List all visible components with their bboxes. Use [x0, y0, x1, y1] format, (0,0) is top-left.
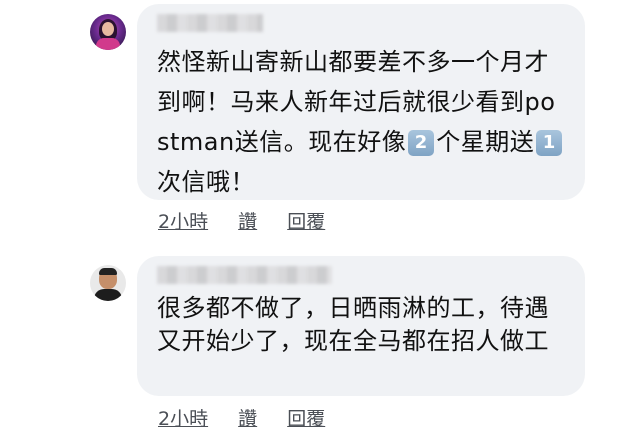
avatar-hair: [99, 268, 117, 275]
like-button[interactable]: 讚: [238, 211, 257, 233]
comment-text: 很多都不做了，日晒雨淋的工，待遇又开始少了，现在全马都在招人做工: [157, 294, 549, 355]
commenter-avatar[interactable]: [90, 14, 126, 50]
timestamp-link[interactable]: 2小時: [158, 408, 208, 430]
blurred-commenter-name[interactable]: [157, 266, 332, 284]
keycap-digit-icon: 1: [536, 130, 563, 156]
like-button[interactable]: 讚: [238, 408, 257, 430]
comment-actions: 2小時 讚 回覆: [158, 207, 349, 234]
blurred-commenter-name[interactable]: [157, 14, 263, 32]
comment-bubble: 很多都不做了，日晒雨淋的工，待遇又开始少了，现在全马都在招人做工: [137, 256, 585, 396]
comment-bubble: 然怪新山寄新山都要差不多一个月才到啊！马来人新年过后就很少看到postman送信…: [137, 4, 585, 200]
avatar-face: [102, 22, 114, 36]
comment-text: 然怪新山寄新山都要差不多一个月才到啊！马来人新年过后就很少看到postman送信…: [157, 42, 567, 202]
comment-actions: 2小時 讚 回覆: [158, 404, 349, 431]
commenter-avatar[interactable]: [90, 265, 126, 301]
reply-button[interactable]: 回覆: [287, 211, 325, 233]
avatar-body: [94, 289, 122, 301]
timestamp-link[interactable]: 2小時: [158, 211, 208, 233]
reply-button[interactable]: 回覆: [287, 408, 325, 430]
keycap-digit-icon: 2: [408, 130, 435, 156]
avatar-shirt: [96, 38, 120, 50]
